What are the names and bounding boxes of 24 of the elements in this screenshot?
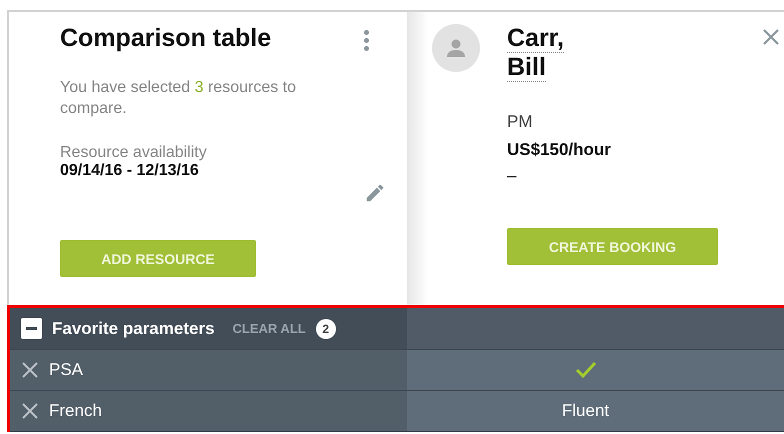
add-resource-button[interactable]: ADD RESOURCE [60, 240, 256, 277]
section-title: Favorite parameters [52, 318, 215, 338]
parameter-value: Fluent [562, 401, 610, 421]
create-booking-button[interactable]: CREATE BOOKING [507, 228, 718, 265]
parameter-name: French [49, 401, 102, 421]
count-badge: 2 [316, 318, 336, 338]
selection-summary: You have selected 3 resources to compare. [60, 78, 298, 119]
resource-extra: – [507, 166, 518, 186]
collapse-toggle[interactable] [21, 318, 42, 339]
parameter-name: PSA [49, 360, 84, 380]
more-icon[interactable] [364, 30, 369, 51]
pencil-icon[interactable] [364, 182, 386, 204]
avatar-icon [432, 24, 480, 72]
resource-role: PM [507, 112, 534, 132]
availability-label: Resource availability [60, 144, 208, 162]
remove-icon[interactable] [21, 402, 39, 420]
check-icon [574, 361, 596, 379]
remove-icon[interactable] [21, 361, 39, 379]
availability-range: 09/14/16 - 12/13/16 [60, 162, 200, 180]
last-name-link[interactable]: Carr, [507, 24, 564, 53]
resource-rate: US$150/hour [507, 140, 612, 160]
first-name-link[interactable]: Bill [507, 53, 546, 82]
clear-all-button[interactable]: CLEAR ALL [232, 321, 306, 336]
panel-title: Comparison table [60, 24, 272, 53]
